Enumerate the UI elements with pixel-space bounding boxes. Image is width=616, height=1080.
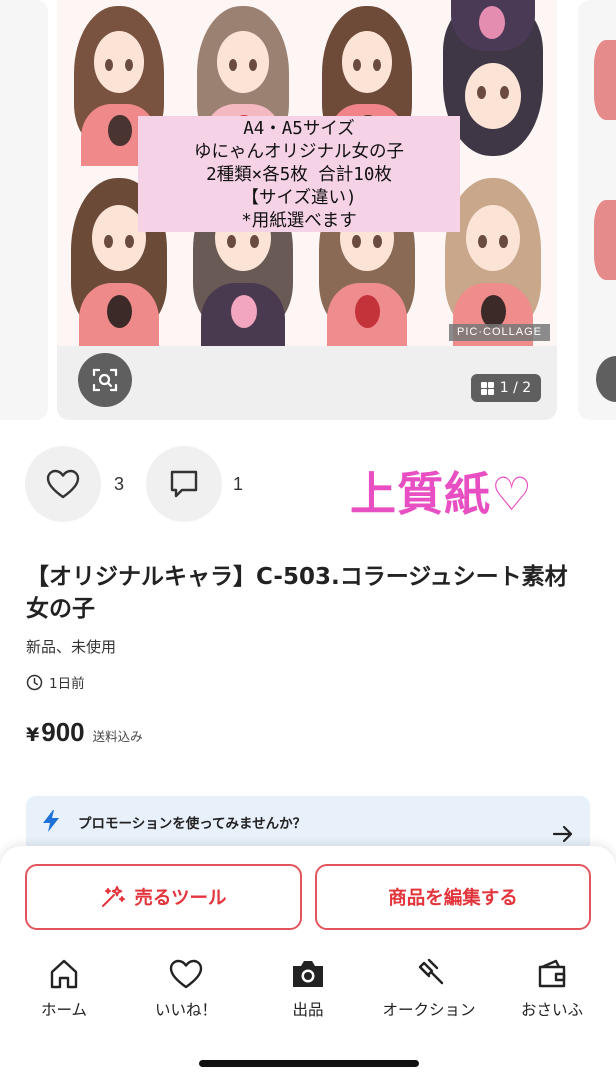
edit-item-button[interactable]: 商品を編集する <box>315 864 591 930</box>
previous-image-peek[interactable] <box>0 0 48 420</box>
wallet-icon <box>538 959 566 988</box>
caption-line: 2種類×各5枚 合計10枚 <box>206 165 392 185</box>
scan-zoom-icon <box>92 368 118 392</box>
tab-label: 出品 <box>292 1001 324 1019</box>
image-caption-overlay: A4・A5サイズ ゆにゃんオリジナル女の子 2種類×各5枚 合計10枚 【サイズ… <box>138 116 460 232</box>
tab-label: ホーム <box>40 1001 88 1019</box>
zoom-button[interactable] <box>78 353 132 407</box>
home-indicator[interactable] <box>199 1060 419 1067</box>
posted-time: 1日前 <box>26 672 85 692</box>
page-indicator: 1 / 2 <box>471 374 541 402</box>
edit-item-label: 商品を編集する <box>388 888 518 909</box>
tab-label: おさいふ <box>520 1001 583 1019</box>
sell-tools-label: 売るツール <box>134 888 227 909</box>
tab-wallet[interactable]: おさいふ <box>497 956 607 1026</box>
heart-icon <box>46 469 80 499</box>
next-image-peek[interactable] <box>578 0 616 420</box>
page-indicator-text: 1 / 2 <box>499 380 532 396</box>
item-condition: 新品、未使用 <box>26 638 117 656</box>
next-image-illustration <box>594 40 616 120</box>
paper-type-label: 上質紙♡ <box>350 467 534 521</box>
next-image-illustration <box>594 200 616 280</box>
gavel-icon <box>418 958 444 985</box>
home-icon <box>50 959 78 989</box>
next-image-zoom-icon <box>596 356 616 402</box>
grid-icon <box>480 381 494 395</box>
sparkle-wand-icon <box>102 886 126 907</box>
comment-count: 1 <box>233 474 244 494</box>
clock-icon <box>26 674 43 690</box>
comment-icon <box>170 470 198 498</box>
tab-home[interactable]: ホーム <box>9 956 119 1026</box>
shipping-label: 送料込み <box>92 729 143 744</box>
lightning-icon <box>43 810 59 832</box>
heart-icon <box>169 959 203 989</box>
tab-likes[interactable]: いいね！ <box>131 956 241 1026</box>
tab-auction[interactable]: オークション <box>374 956 484 1026</box>
pic-collage-watermark: PIC·COLLAGE <box>449 324 550 341</box>
like-count: 3 <box>114 474 125 494</box>
price-value: 900 <box>41 717 85 747</box>
item-title: 【オリジナルキャラ】C-503.コラージュシート素材 女の子 <box>26 564 591 622</box>
caption-line: *用紙選べます <box>241 211 357 231</box>
like-button[interactable] <box>25 446 101 522</box>
caption-line: A4・A5サイズ <box>243 119 355 139</box>
image-carousel[interactable]: A4・A5サイズ ゆにゃんオリジナル女の子 2種類×各5枚 合計10枚 【サイズ… <box>0 0 616 425</box>
camera-icon <box>293 961 323 987</box>
sell-tools-button[interactable]: 売るツール <box>25 864 302 930</box>
price: ¥ 900 送料込み <box>26 717 143 748</box>
arrow-right-icon <box>552 825 573 843</box>
comment-button[interactable] <box>146 446 222 522</box>
tab-sell[interactable]: 出品 <box>253 956 363 1026</box>
tab-label: オークション <box>382 1001 476 1019</box>
tab-label: いいね！ <box>154 1001 217 1019</box>
promotion-text: プロモーションを使ってみませんか？ <box>78 816 307 832</box>
caption-line: 【サイズ違い) <box>241 188 357 208</box>
price-currency: ¥ <box>26 724 40 746</box>
posted-time-text: 1日前 <box>49 676 85 692</box>
caption-line: ゆにゃんオリジナル女の子 <box>194 142 404 162</box>
